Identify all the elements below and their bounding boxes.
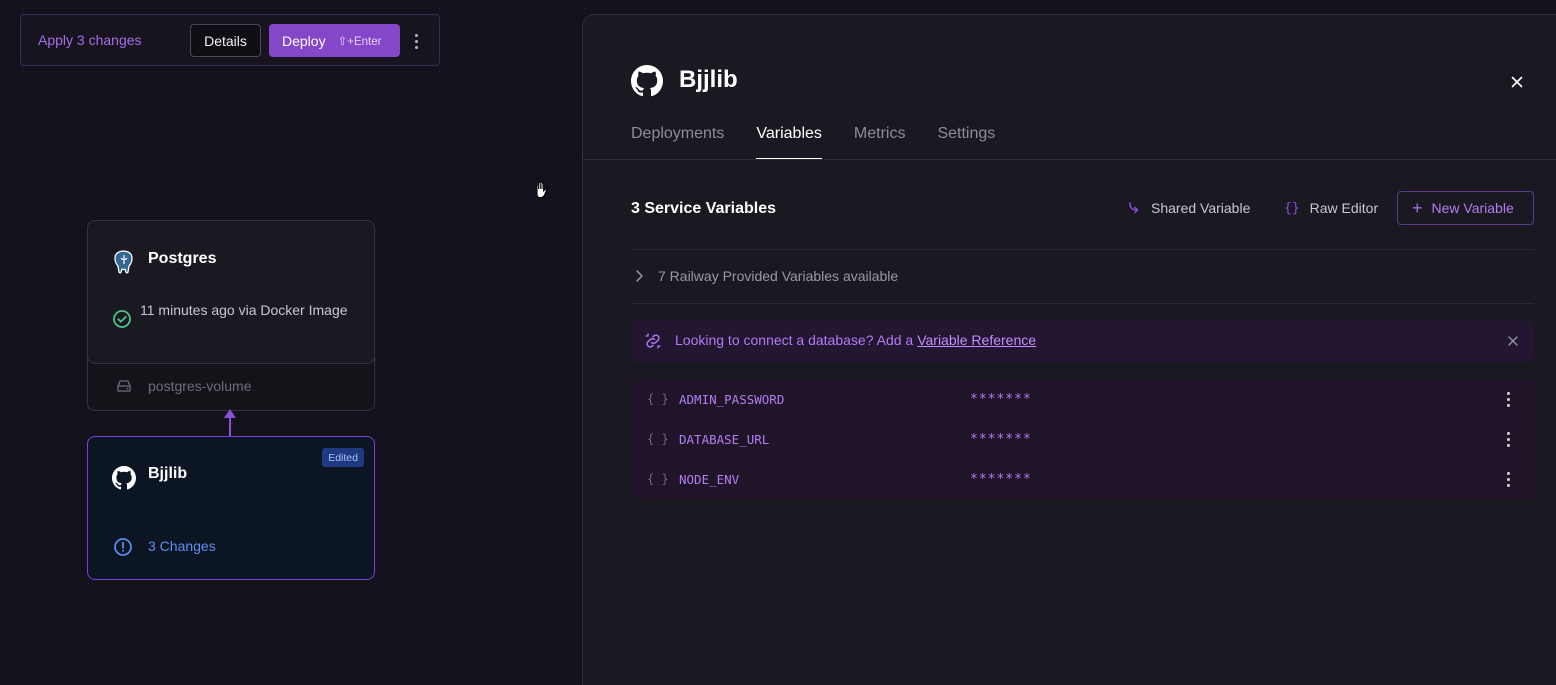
variable-reference-link[interactable]: Variable Reference <box>917 332 1036 348</box>
bjjlib-title: Bjjlib <box>148 465 188 482</box>
variable-reference-banner: Looking to connect a database? Add a Vari… <box>631 320 1534 362</box>
shared-variable-label: Shared Variable <box>1151 200 1251 216</box>
close-icon[interactable] <box>1506 334 1520 348</box>
variable-name: DATABASE_URL <box>679 431 770 447</box>
corner-down-right-icon <box>1129 202 1139 214</box>
variable-value[interactable]: ******* <box>970 472 1032 487</box>
postgres-elephant-icon <box>114 250 133 274</box>
postgres-volume-row[interactable]: postgres-volume <box>116 378 252 394</box>
divider <box>631 249 1534 250</box>
variable-name: ADMIN_PASSWORD <box>679 391 785 407</box>
more-vertical-icon[interactable] <box>1504 470 1512 488</box>
link-icon <box>645 333 661 349</box>
postgres-title: Postgres <box>148 250 217 267</box>
bjjlib-service-card[interactable]: Bjjlib Edited 3 Changes <box>87 436 375 580</box>
edited-badge: Edited <box>322 448 364 467</box>
new-variable-button[interactable]: + New Variable <box>1397 191 1534 225</box>
shared-variable-button[interactable]: Shared Variable <box>1127 200 1250 216</box>
raw-editor-button[interactable]: {} Raw Editor <box>1284 200 1378 216</box>
braces-icon: { } <box>647 472 669 486</box>
variable-value[interactable]: ******* <box>970 432 1032 447</box>
service-variables-heading: 3 Service Variables <box>631 200 776 217</box>
check-circle-icon <box>113 310 131 328</box>
tab-variables[interactable]: Variables <box>756 125 822 160</box>
postgres-deploy-status: 11 minutes ago via Docker Image <box>140 302 348 318</box>
provided-variables-toggle[interactable]: 7 Railway Provided Variables available <box>635 268 898 284</box>
deploy-button[interactable]: Deploy ⇧+Enter <box>269 24 400 57</box>
volume-label: postgres-volume <box>148 378 252 394</box>
tab-settings[interactable]: Settings <box>937 125 995 160</box>
variable-row[interactable]: { } NODE_ENV ******* <box>631 459 1534 499</box>
variable-name: NODE_ENV <box>679 471 740 487</box>
github-icon <box>112 466 136 490</box>
postgres-card-main[interactable]: Postgres 11 minutes ago via Docker Image <box>87 220 375 364</box>
banner-text: Looking to connect a database? Add a Vari… <box>675 332 1036 348</box>
deploy-shortcut-hint: ⇧+Enter <box>337 35 382 48</box>
alert-circle-icon <box>114 538 132 556</box>
close-icon[interactable] <box>1509 74 1525 90</box>
deploy-button-label: Deploy <box>282 32 326 49</box>
tabs-divider <box>583 159 1556 160</box>
tab-deployments[interactable]: Deployments <box>631 125 724 160</box>
hand-cursor-icon <box>536 181 548 198</box>
more-vertical-icon[interactable] <box>1504 390 1512 408</box>
more-vertical-icon[interactable] <box>1504 430 1512 448</box>
braces-icon: {} <box>1284 200 1300 216</box>
pending-changes-label[interactable]: 3 Changes <box>148 538 216 554</box>
plus-icon: + <box>1412 198 1423 218</box>
more-vertical-icon[interactable] <box>409 32 423 50</box>
new-variable-label: New Variable <box>1431 200 1514 216</box>
pending-changes-bar: Apply 3 changes Details Deploy ⇧+Enter <box>20 14 440 66</box>
chevron-right-icon <box>636 270 643 282</box>
divider <box>631 303 1534 304</box>
panel-tabs: Deployments Variables Metrics Settings <box>631 125 995 160</box>
variable-value[interactable]: ******* <box>970 392 1032 407</box>
banner-message: Looking to connect a database? Add a <box>675 332 914 348</box>
apply-changes-label[interactable]: Apply 3 changes <box>38 32 142 48</box>
raw-editor-label: Raw Editor <box>1309 200 1379 216</box>
panel-title: Bjjlib <box>679 66 738 93</box>
braces-icon: { } <box>647 392 669 406</box>
details-button[interactable]: Details <box>190 24 261 57</box>
variable-row[interactable]: { } DATABASE_URL ******* <box>631 419 1534 459</box>
github-icon <box>631 65 663 97</box>
braces-icon: { } <box>647 432 669 446</box>
variable-row[interactable]: { } ADMIN_PASSWORD ******* <box>631 379 1534 419</box>
tab-metrics[interactable]: Metrics <box>854 125 906 160</box>
connector-arrow-icon <box>224 409 236 418</box>
service-details-panel: Bjjlib Deployments Variables Metrics Set… <box>582 14 1556 685</box>
volume-icon <box>117 380 131 392</box>
variables-list: { } ADMIN_PASSWORD ******* { } DATABASE_… <box>631 379 1534 499</box>
provided-variables-label: 7 Railway Provided Variables available <box>658 268 899 284</box>
postgres-service-card[interactable]: Postgres 11 minutes ago via Docker Image… <box>87 220 375 411</box>
